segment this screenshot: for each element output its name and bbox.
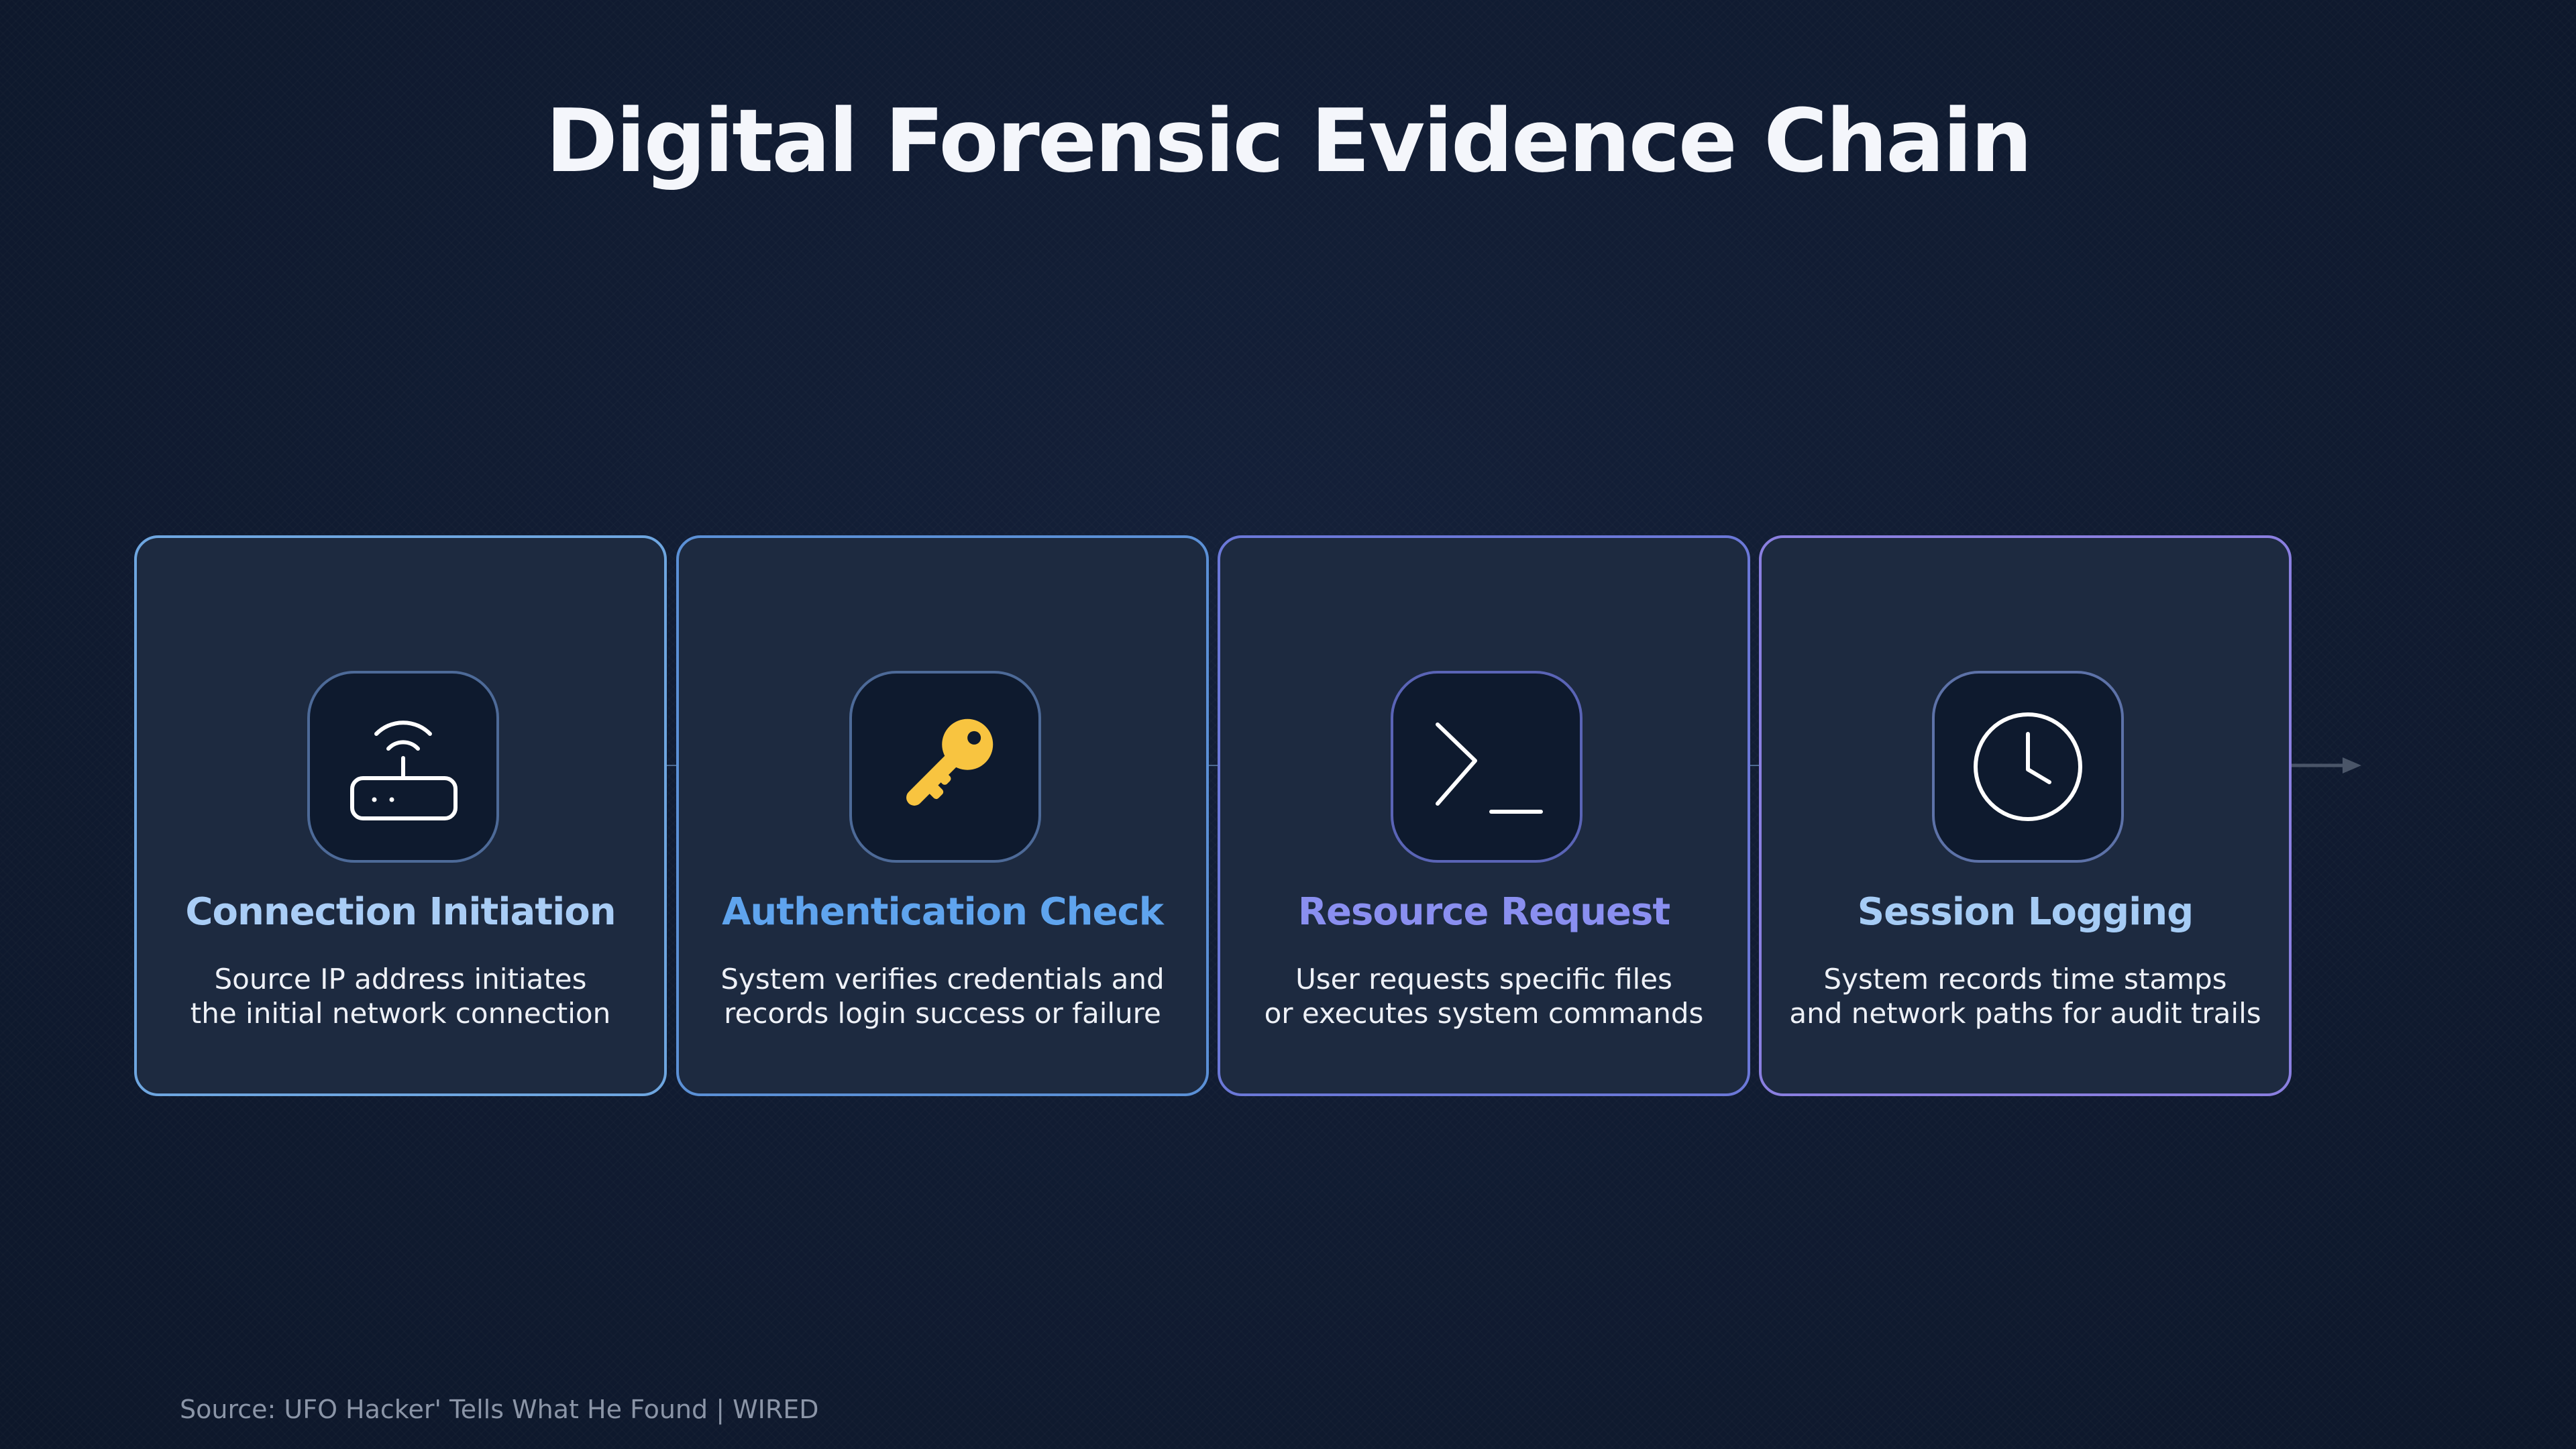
step-description: System verifies credentials and records … xyxy=(679,962,1206,1030)
connector-line xyxy=(1209,765,1218,766)
icon-container xyxy=(307,671,499,863)
step-description-line: System records time stamps xyxy=(1823,963,2227,996)
terminal-icon xyxy=(1436,722,1543,814)
router-icon xyxy=(350,720,458,820)
connector-line xyxy=(1750,765,1759,766)
step-title: Connection Initiation xyxy=(185,890,616,934)
key-icon xyxy=(906,718,994,806)
source-caption: Source: UFO Hacker' Tells What He Found … xyxy=(180,1395,819,1424)
step-description: Source IP address initiates the initial … xyxy=(137,962,664,1030)
step-card-connection-initiation: Connection Initiation Source IP address … xyxy=(134,535,667,1096)
step-title: Session Logging xyxy=(1857,890,2194,934)
step-description-line: System verifies credentials and xyxy=(720,963,1165,996)
step-title: Resource Request xyxy=(1297,890,1670,934)
step-description-line: records login success or failure xyxy=(724,997,1161,1030)
step-card-authentication-check: Authentication Check System verifies cre… xyxy=(676,535,1209,1096)
step-description-line: the initial network connection xyxy=(190,997,611,1030)
step-description-line: Source IP address initiates xyxy=(214,963,587,996)
evidence-chain-flow: Connection Initiation Source IP address … xyxy=(0,0,2576,1449)
step-title: Authentication Check xyxy=(722,890,1164,934)
arrow-right-icon xyxy=(2292,757,2361,773)
step-description: System records time stamps and network p… xyxy=(1762,962,2289,1030)
step-description-line: User requests specific files xyxy=(1295,963,1672,996)
step-description-line: and network paths for audit trails xyxy=(1789,997,2261,1030)
clock-icon xyxy=(1974,712,2082,821)
icon-container xyxy=(849,671,1041,863)
step-description: User requests specific files or executes… xyxy=(1220,962,1748,1030)
icon-container xyxy=(1932,671,2124,863)
connector-line xyxy=(667,765,676,766)
step-card-resource-request: Resource Request User requests specific … xyxy=(1218,535,1750,1096)
icon-container xyxy=(1391,671,1582,863)
step-card-session-logging: Session Logging System records time stam… xyxy=(1759,535,2292,1096)
step-description-line: or executes system commands xyxy=(1264,997,1704,1030)
